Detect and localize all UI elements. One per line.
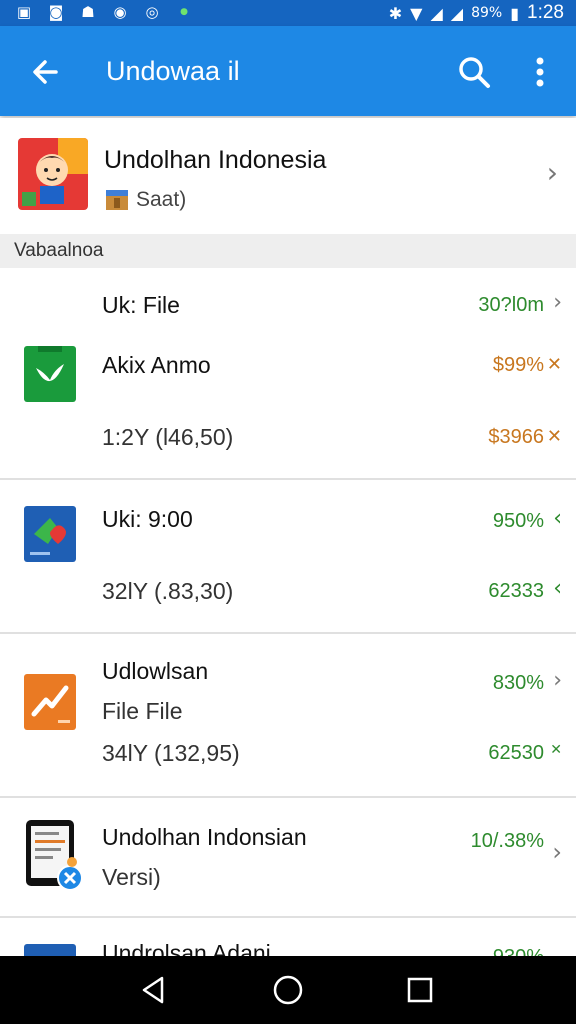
search-icon[interactable]: [454, 52, 494, 92]
nav-back-icon[interactable]: [134, 970, 174, 1010]
download-icon: ◉: [113, 3, 127, 21]
cat-icon: ☗: [81, 3, 95, 21]
item-value: 950%: [492, 510, 544, 532]
close-small-icon: ✕: [550, 742, 562, 758]
item-title: Undolhan Indonsian: [102, 824, 307, 850]
chevron-left-icon: ‹: [553, 576, 562, 601]
item-line: 32lY (.83,30): [102, 578, 234, 604]
featured-app-subtitle: Saat): [104, 188, 186, 212]
item-line: Versi): [102, 864, 161, 890]
nav-recents-icon[interactable]: [400, 970, 440, 1010]
item-value: 62333: [488, 580, 544, 602]
sync-icon: ◎: [145, 3, 159, 21]
item-value: $3966: [488, 426, 544, 448]
featured-app-icon: [18, 138, 88, 210]
featured-app-title: Undolhan Indonesia: [104, 146, 327, 174]
item-line: 1:2Y (l46,50): [102, 424, 234, 450]
list-item[interactable]: Udlowlsan 830% › File File 34lY (132,95)…: [0, 634, 576, 798]
more-options-icon[interactable]: [526, 52, 554, 92]
battery-percent: 89%: [471, 5, 503, 21]
signal-icon: ◢: [430, 3, 443, 23]
item-line: 34lY (132,95): [102, 740, 240, 766]
item-value: 930%: [493, 946, 544, 956]
featured-app-subtitle-text: Saat): [136, 188, 187, 211]
app-icon: [24, 346, 76, 402]
status-notification-icons: ▣ ◙ ☗ ◉ ◎ ●: [14, 2, 194, 22]
list-item[interactable]: Undrolsan Adani 930%: [0, 918, 576, 956]
item-title: Udlowlsan: [102, 658, 209, 684]
item-value: 30?l0m: [478, 294, 544, 316]
item-value: 830%: [492, 672, 544, 694]
clock: 1:28: [527, 2, 564, 23]
featured-app-row[interactable]: Undolhan Indonesia Saat) ›: [0, 118, 576, 234]
list-item[interactable]: Uk: File 30?l0m › Akix Anmo $99% ✕ 1:2Y …: [0, 270, 576, 480]
item-title: Uki: 9:00: [102, 506, 193, 532]
chevron-right-icon: ›: [546, 156, 558, 189]
close-small-icon: ✕: [546, 426, 562, 447]
item-line: File File: [102, 698, 183, 724]
app-icon: [26, 820, 83, 891]
status-system-icons: ✱ ▼ ◢ ◢ 89% ▮ 1:28: [389, 2, 564, 24]
section-header: Vabaalnoa: [0, 234, 576, 268]
app-bar: Undowaa il: [0, 26, 576, 116]
message-icon: ◙: [48, 3, 64, 21]
back-arrow-icon[interactable]: [26, 52, 66, 92]
image-icon: ▣: [16, 3, 32, 21]
nav-home-icon[interactable]: [268, 970, 308, 1010]
item-value: 62530: [488, 742, 544, 764]
list-item[interactable]: Uki: 9:00 950% ‹ 32lY (.83,30) 62333 ‹: [0, 480, 576, 634]
page-title: Undowaa il: [106, 56, 240, 86]
app-icon: [24, 506, 76, 562]
item-value: 10/.38%: [470, 830, 544, 852]
bluetooth-icon: ✱: [388, 3, 403, 23]
chevron-right-icon: ›: [553, 668, 562, 693]
section-header-label: Vabaalnoa: [14, 240, 104, 261]
item-title: Akix Anmo: [102, 352, 211, 378]
chevron-right-icon: ›: [553, 290, 562, 315]
status-bar: ▣ ◙ ☗ ◉ ◎ ● ✱ ▼ ◢ ◢ 89% ▮ 1:28: [0, 0, 576, 26]
dot-icon: ●: [180, 7, 188, 17]
item-title: Undrolsan Adani: [102, 940, 271, 956]
box-icon: [106, 190, 128, 210]
chevron-right-icon: ›: [552, 838, 562, 866]
chevron-left-icon: ‹: [553, 506, 562, 531]
wifi-icon: ▼: [410, 3, 423, 23]
list-item[interactable]: Undolhan Indonsian 10/.38% › Versi): [0, 798, 576, 918]
close-small-icon: ✕: [546, 354, 562, 375]
app-icon: [24, 674, 76, 730]
app-icon: [24, 944, 76, 956]
system-navigation-bar: [0, 956, 576, 1024]
battery-icon: ▮: [510, 3, 520, 23]
item-value: $99%: [492, 354, 544, 376]
signal-icon: ◢: [450, 3, 464, 23]
item-line: Uk: File: [102, 292, 180, 318]
